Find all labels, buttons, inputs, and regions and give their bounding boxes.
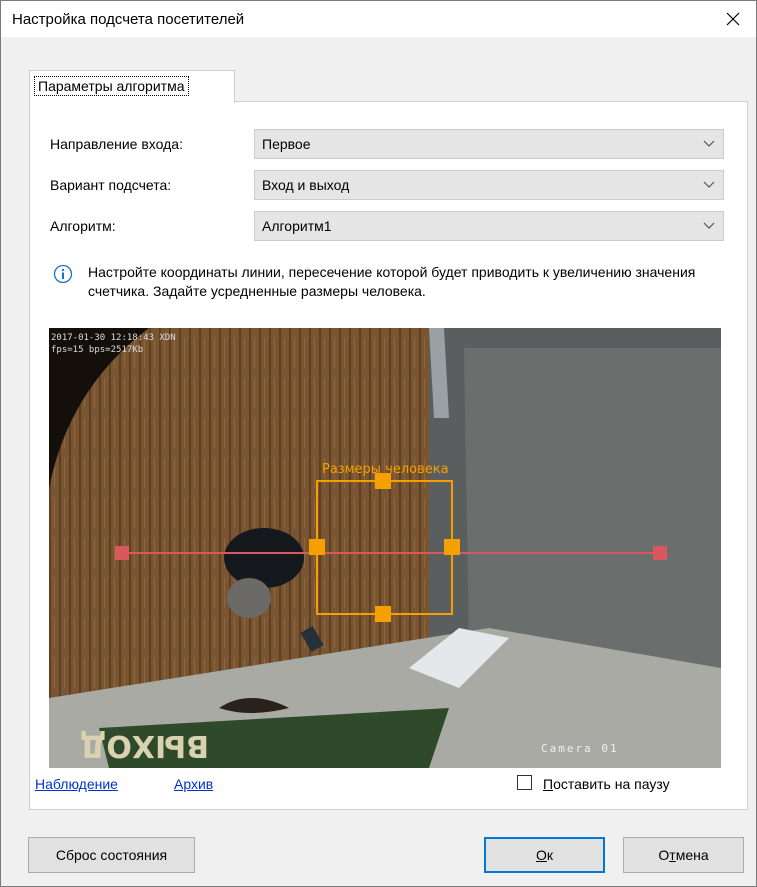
dialog-window: Настройка подсчета посетителей Параметры… <box>0 0 757 887</box>
cancel-rest: мена <box>675 847 709 863</box>
box-right-handle[interactable] <box>444 539 460 555</box>
pause-label-rest: оставить на паузу <box>553 776 670 792</box>
count-line-end-handle[interactable] <box>653 546 667 560</box>
reset-button[interactable]: Сброс состояния <box>28 837 195 873</box>
direction-select[interactable]: Первое <box>254 129 724 159</box>
box-bottom-handle[interactable] <box>375 606 391 622</box>
osd-timestamp: 2017-01-30 12:18:43 XDN <box>51 333 176 343</box>
chevron-down-icon <box>703 181 715 188</box>
chevron-down-icon <box>703 222 715 229</box>
ok-label: Ок <box>536 847 553 863</box>
person-head <box>227 578 271 618</box>
reset-label: Сброс состояния <box>55 847 168 863</box>
tab-label: Параметры алгоритма <box>34 76 189 96</box>
direction-value: Первое <box>262 136 311 152</box>
cancel-pre: О <box>658 847 670 863</box>
person-shape <box>224 528 304 588</box>
algorithm-select[interactable]: Алгоритм1 <box>254 211 724 241</box>
close-icon <box>726 12 740 26</box>
camera-label: Camera 01 <box>541 742 619 755</box>
exit-sign-text: ВЫХОД <box>80 728 209 763</box>
tab-algorithm-params[interactable]: Параметры алгоритма <box>29 70 235 103</box>
count-mode-value: Вход и выход <box>262 177 350 193</box>
count-mode-label: Вариант подсчета: <box>50 177 172 193</box>
info-text: Настройте координаты линии, пересечение … <box>88 264 696 299</box>
pause-label-hotkey: П <box>543 776 554 792</box>
ok-rest: к <box>546 847 553 863</box>
ok-hotkey: О <box>535 847 547 863</box>
chevron-down-icon <box>703 140 715 147</box>
box-left-handle[interactable] <box>309 539 325 555</box>
title-bar: Настройка подсчета посетителей <box>1 1 756 37</box>
close-button[interactable] <box>710 1 756 37</box>
pause-checkbox[interactable] <box>517 775 532 790</box>
algorithm-label: Алгоритм: <box>50 218 116 234</box>
window-title: Настройка подсчета посетителей <box>12 11 245 28</box>
observe-link[interactable]: Наблюдение <box>35 776 118 792</box>
cancel-button[interactable]: Отмена <box>623 837 744 873</box>
count-mode-select[interactable]: Вход и выход <box>254 170 724 200</box>
ok-button[interactable]: Ок <box>484 837 605 873</box>
camera-frame: ВЫХОД Размеры человека 2017-01-30 12:18:… <box>49 328 721 768</box>
cancel-label: Отмена <box>658 847 708 863</box>
count-line-start-handle[interactable] <box>115 546 129 560</box>
osd-stats: fps=15 bps=2517Kb <box>51 345 143 355</box>
info-icon <box>53 264 73 284</box>
archive-link[interactable]: Архив <box>174 776 213 792</box>
person-size-label: Размеры человека <box>322 462 449 477</box>
video-preview[interactable]: ВЫХОД Размеры человека 2017-01-30 12:18:… <box>49 328 721 768</box>
algorithm-value: Алгоритм1 <box>262 218 332 234</box>
pause-label[interactable]: Поставить на паузу <box>543 776 670 792</box>
direction-label: Направление входа: <box>50 136 183 152</box>
